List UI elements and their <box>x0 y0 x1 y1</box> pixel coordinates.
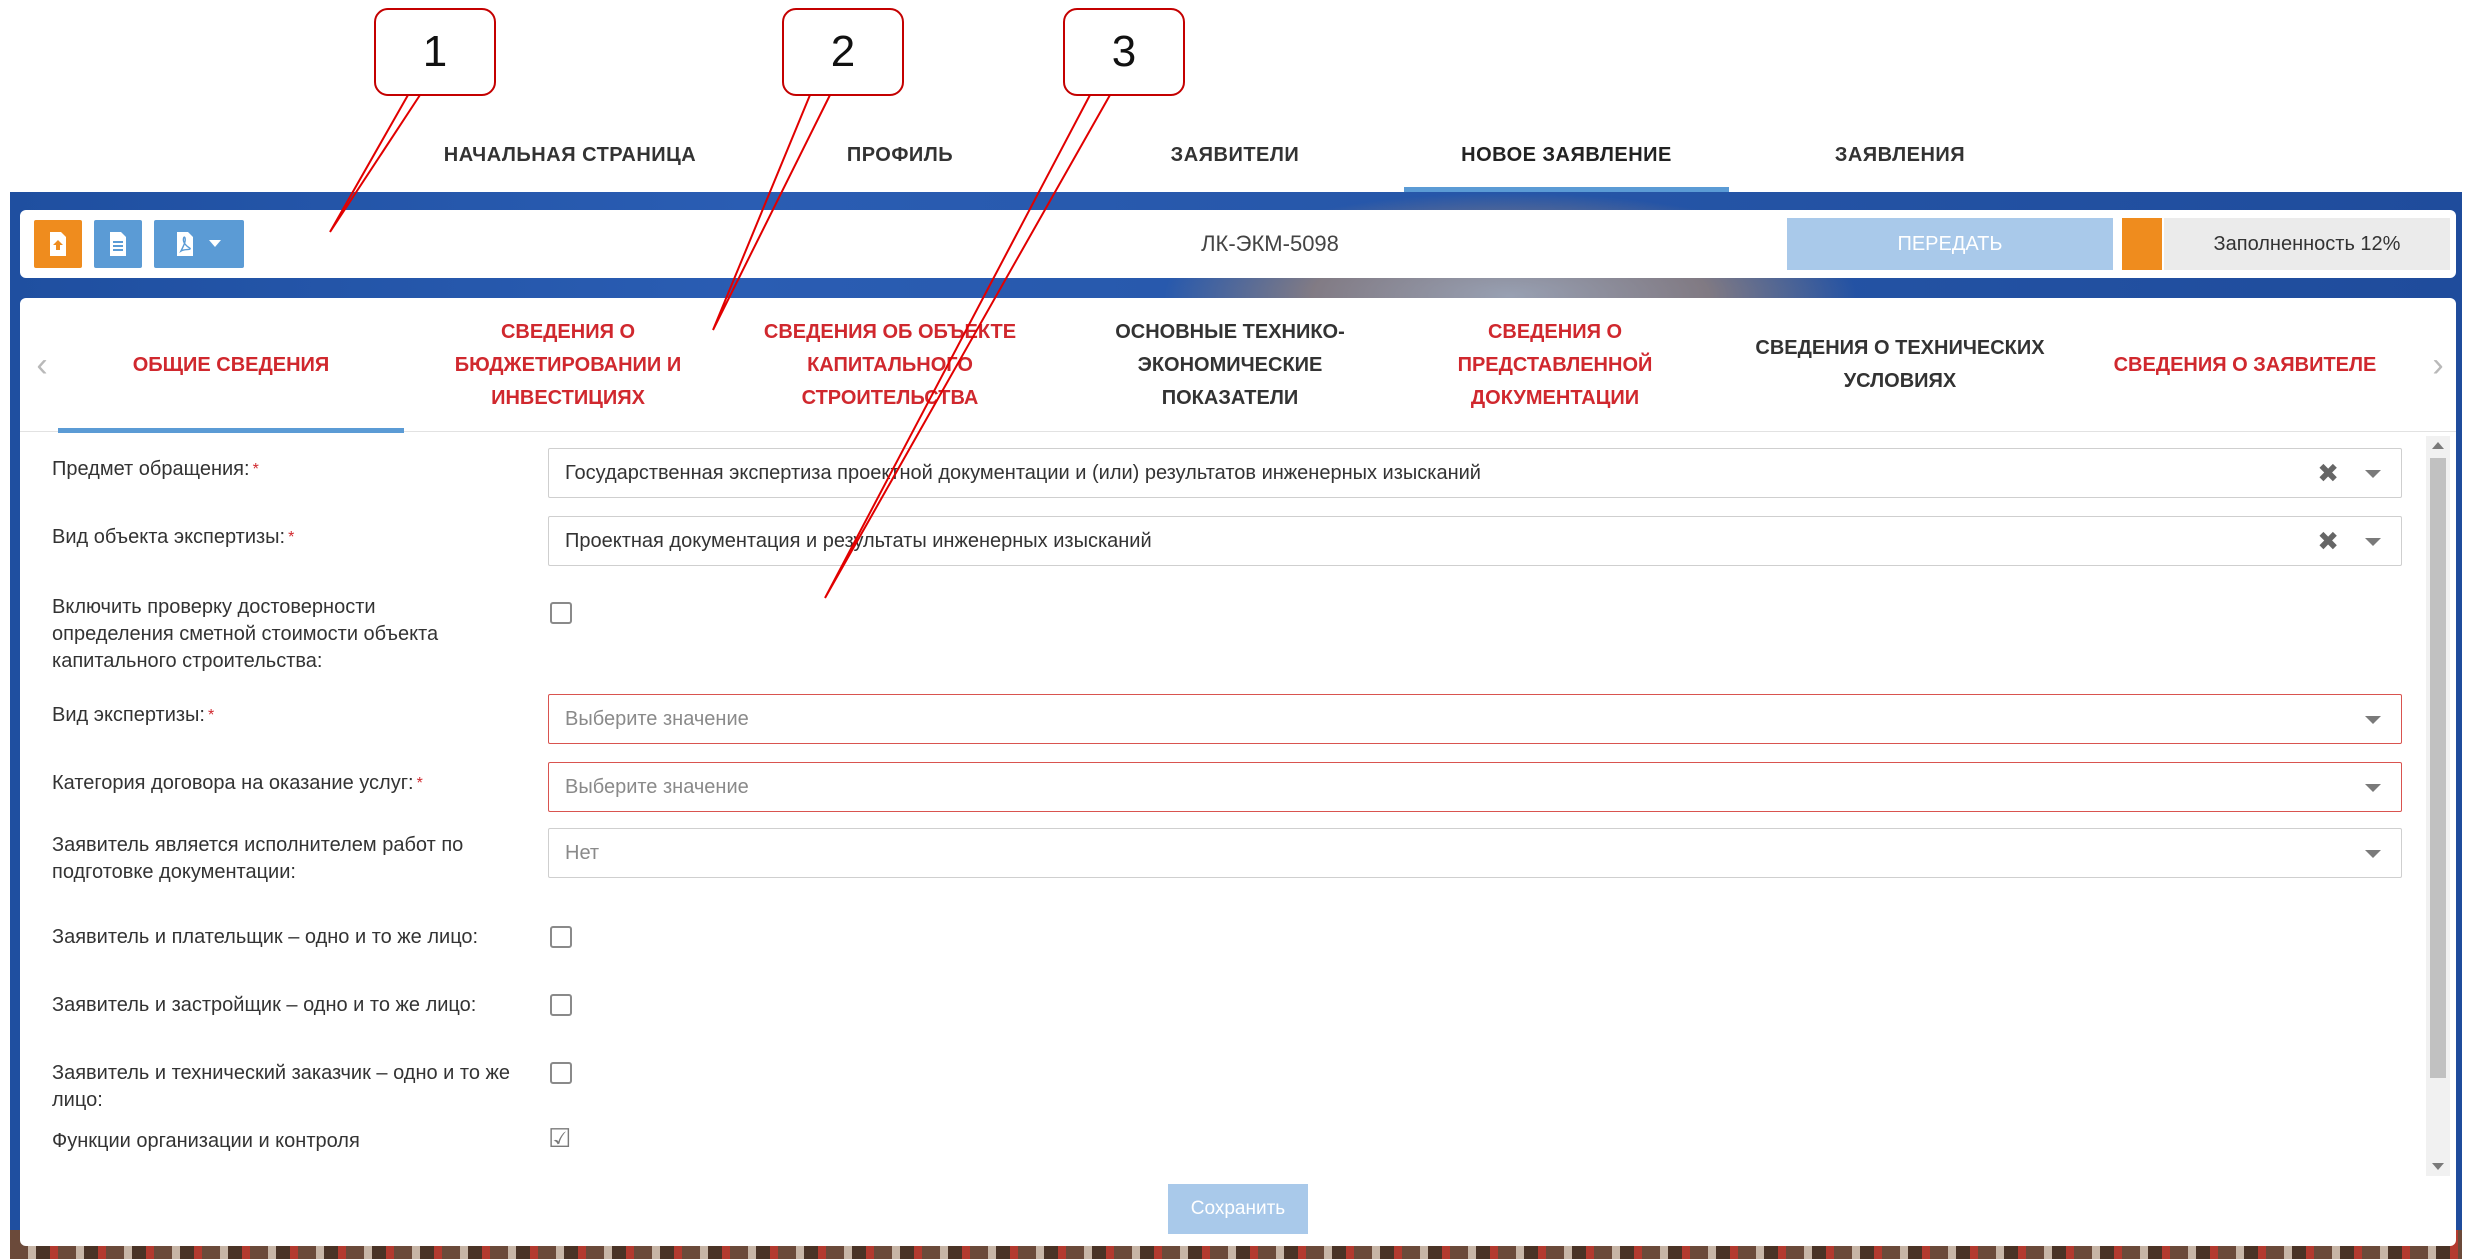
tech-customer-same-checkbox[interactable] <box>550 1062 572 1084</box>
tabs-prev-arrow[interactable]: ‹ <box>24 298 60 432</box>
required-asterisk: * <box>252 461 259 478</box>
payer-same-label: Заявитель и плательщик – одно и то же ли… <box>52 926 479 948</box>
subject-label: Предмет обращения: * <box>52 458 259 480</box>
tech-customer-same-label: Заявитель и технический заказчик – одно … <box>52 1062 511 1111</box>
applicant-executor-label: Заявитель является исполнителем работ по… <box>52 834 464 883</box>
top-navigation: НАЧАЛЬНАЯ СТРАНИЦА ПРОФИЛЬ ЗАЯВИТЕЛИ НОВ… <box>0 118 2476 192</box>
caret-down-icon <box>209 240 221 247</box>
check-icon[interactable]: ☑ <box>548 1125 574 1152</box>
tabs-next-arrow[interactable]: › <box>2420 298 2456 432</box>
tab-general-info[interactable]: ОБЩИЕ СВЕДЕНИЯ <box>58 298 404 433</box>
developer-same-checkbox[interactable] <box>550 994 572 1016</box>
callout-1: 1 <box>374 8 496 96</box>
tab-applicant-info[interactable]: СВЕДЕНИЯ О ЗАЯВИТЕЛЕ <box>2070 298 2420 432</box>
clear-icon[interactable]: ✖ <box>2317 449 2339 497</box>
application-number: ЛК-ЭКМ-5098 <box>1201 231 1339 256</box>
fill-percentage: Заполненность 12% <box>2164 218 2450 270</box>
required-asterisk: * <box>208 707 215 724</box>
payer-same-checkbox[interactable] <box>550 926 572 948</box>
control-functions-label: Функции организации и контроля <box>52 1130 360 1152</box>
expertise-type-label: Вид экспертизы: * <box>52 704 215 726</box>
pdf-export-dropdown[interactable] <box>154 220 244 268</box>
cost-check-label: Включить проверку достоверности определе… <box>52 596 439 672</box>
scroll-down-icon[interactable] <box>2432 1163 2444 1170</box>
section-tabs: ‹ ОБЩИЕ СВЕДЕНИЯ СВЕДЕНИЯ О БЮДЖЕТИРОВАН… <box>20 298 2456 433</box>
general-info-form: Предмет обращения: * Государственная эксп… <box>20 432 2422 1172</box>
contract-category-label: Категория договора на оказание услуг: * <box>52 772 423 794</box>
object-type-select[interactable]: Проектная документация и результаты инже… <box>548 516 2402 566</box>
document-button[interactable] <box>94 220 142 268</box>
fill-indicator-swatch <box>2122 218 2162 270</box>
tab-submitted-documentation[interactable]: СВЕДЕНИЯ О ПРЕДСТАВЛЕННОЙ ДОКУМЕНТАЦИИ <box>1420 298 1690 432</box>
chevron-down-icon <box>2365 470 2381 478</box>
nav-new-application[interactable]: НОВОЕ ЗАЯВЛЕНИЕ <box>1404 118 1729 192</box>
scroll-up-icon[interactable] <box>2432 442 2444 449</box>
nav-home[interactable]: НАЧАЛЬНАЯ СТРАНИЦА <box>395 118 745 192</box>
application-toolbar: ЛК-ЭКМ-5098 ПЕРЕДАТЬ Заполненность 12% <box>20 210 2456 278</box>
save-button[interactable]: Сохранить <box>1168 1184 1308 1234</box>
form-scrollbar[interactable] <box>2426 436 2450 1176</box>
expertise-type-select[interactable]: Выберите значение <box>548 694 2402 744</box>
send-button[interactable]: ПЕРЕДАТЬ <box>1787 218 2113 270</box>
tab-technical-economic-indicators[interactable]: ОСНОВНЫЕ ТЕХНИКО-ЭКОНОМИЧЕСКИЕ ПОКАЗАТЕЛ… <box>1080 298 1380 432</box>
chevron-down-icon <box>2365 716 2381 724</box>
object-type-label: Вид объекта экспертизы: * <box>52 526 295 548</box>
scroll-thumb[interactable] <box>2430 458 2446 1078</box>
application-form-card: ‹ ОБЩИЕ СВЕДЕНИЯ СВЕДЕНИЯ О БЮДЖЕТИРОВАН… <box>20 298 2456 1246</box>
tab-budgeting-investments[interactable]: СВЕДЕНИЯ О БЮДЖЕТИРОВАНИИ И ИНВЕСТИЦИЯХ <box>418 298 718 432</box>
callout-3: 3 <box>1063 8 1185 96</box>
nav-applications[interactable]: ЗАЯВЛЕНИЯ <box>1760 118 2040 192</box>
clear-icon[interactable]: ✖ <box>2317 517 2339 565</box>
chevron-down-icon <box>2365 784 2381 792</box>
tab-capital-construction-object[interactable]: СВЕДЕНИЯ ОБ ОБЪЕКТЕ КАПИТАЛЬНОГО СТРОИТЕ… <box>740 298 1040 432</box>
chevron-down-icon <box>2365 538 2381 546</box>
nav-applicants[interactable]: ЗАЯВИТЕЛИ <box>1110 118 1360 192</box>
required-asterisk: * <box>416 775 423 792</box>
cost-check-checkbox[interactable] <box>550 602 572 624</box>
upload-button[interactable] <box>34 220 82 268</box>
nav-profile[interactable]: ПРОФИЛЬ <box>790 118 1010 192</box>
document-icon <box>110 232 126 256</box>
chevron-down-icon <box>2365 850 2381 858</box>
required-asterisk: * <box>288 529 295 546</box>
callout-2: 2 <box>782 8 904 96</box>
tab-technical-conditions[interactable]: СВЕДЕНИЯ О ТЕХНИЧЕСКИХ УСЛОВИЯХ <box>1730 298 2070 432</box>
pdf-icon <box>177 232 193 256</box>
applicant-executor-select[interactable]: Нет <box>548 828 2402 878</box>
contract-category-select[interactable]: Выберите значение <box>548 762 2402 812</box>
developer-same-label: Заявитель и застройщик – одно и то же ли… <box>52 994 477 1016</box>
upload-icon <box>50 232 66 256</box>
subject-select[interactable]: Государственная экспертиза проектной док… <box>548 448 2402 498</box>
